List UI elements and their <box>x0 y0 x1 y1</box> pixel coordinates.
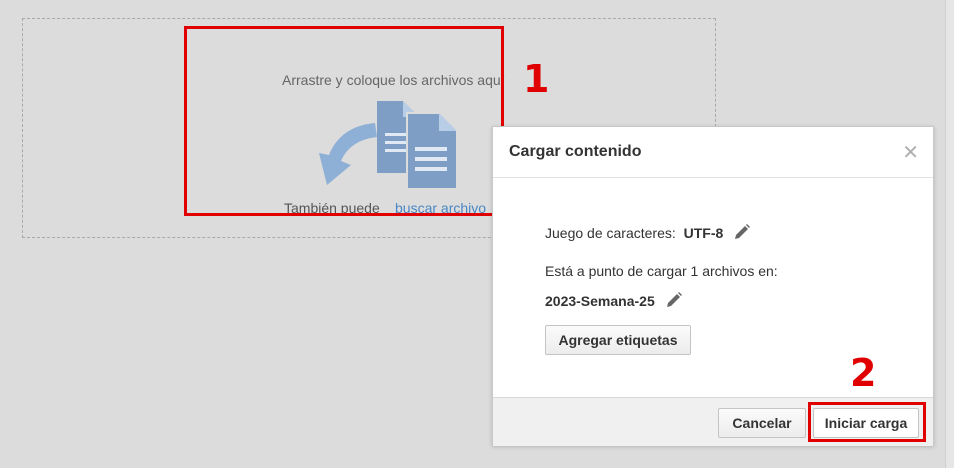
charset-value: UTF-8 <box>683 225 724 241</box>
annotation-box-1 <box>184 26 504 216</box>
target-label: Está a punto de cargar 1 archivos en: <box>545 263 778 279</box>
close-icon[interactable]: ✕ <box>902 140 919 165</box>
charset-row: Juego de caracteres: UTF-8 <box>545 223 751 241</box>
annotation-box-2 <box>808 402 926 442</box>
edit-charset-pencil-icon[interactable] <box>733 223 751 241</box>
annotation-number-1: 1 <box>523 57 550 101</box>
dialog-header: Cargar contenido ✕ <box>493 127 933 178</box>
window-edge <box>945 0 954 468</box>
target-row: 2023-Semana-25 <box>545 291 683 309</box>
target-folder-value: 2023-Semana-25 <box>545 293 655 309</box>
add-tags-button[interactable]: Agregar etiquetas <box>545 325 691 355</box>
cancel-button[interactable]: Cancelar <box>718 408 806 438</box>
dialog-title: Cargar contenido <box>509 143 642 160</box>
edit-target-pencil-icon[interactable] <box>665 291 683 309</box>
upload-dialog: Cargar contenido ✕ Juego de caracteres: … <box>492 126 934 446</box>
annotation-number-2: 2 <box>850 351 877 395</box>
charset-label: Juego de caracteres: <box>545 225 676 241</box>
